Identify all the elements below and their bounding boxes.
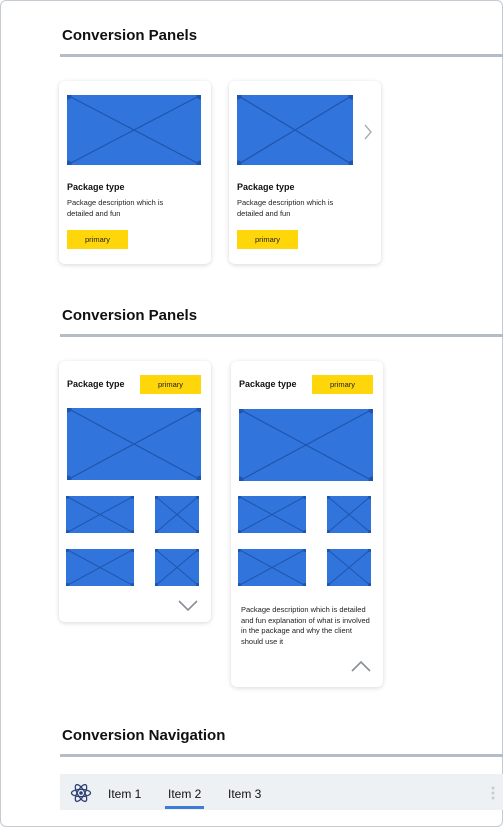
conversion-navigation-bar: Item 1 Item 2 Item 3 [60, 774, 503, 810]
image-placeholder-main [67, 408, 201, 480]
package-type-label: Package type [237, 182, 295, 192]
image-placeholder-thumb [327, 549, 371, 586]
image-placeholder [237, 95, 353, 165]
conversion-panel-card-collapsed[interactable]: Package type primary [59, 361, 211, 622]
image-placeholder-thumb [66, 549, 134, 586]
section-divider [60, 334, 503, 337]
vertical-dots-icon[interactable] [490, 785, 496, 801]
nav-item-1[interactable]: Item 1 [108, 787, 141, 801]
image-placeholder-thumb [155, 496, 199, 533]
conversion-panel-card[interactable]: Package type Package description which i… [229, 81, 381, 264]
image-placeholder-thumb [238, 549, 306, 586]
primary-button[interactable]: primary [237, 230, 298, 249]
package-type-label: Package type [67, 182, 125, 192]
nav-active-indicator [165, 806, 204, 809]
package-type-label: Package type [239, 379, 297, 389]
section-title-conversion-panels-2: Conversion Panels [62, 307, 198, 324]
package-type-label: Package type [67, 379, 125, 389]
conversion-panel-card-expanded[interactable]: Package type primary Package description [231, 361, 383, 687]
nav-item-3[interactable]: Item 3 [228, 787, 261, 801]
section-title-conversion-panels-1: Conversion Panels [62, 27, 198, 44]
image-placeholder-thumb [66, 496, 134, 533]
image-placeholder-thumb [155, 549, 199, 586]
chevron-down-icon[interactable] [177, 599, 199, 612]
image-placeholder [67, 95, 201, 165]
section-title-conversion-navigation: Conversion Navigation [62, 727, 226, 744]
package-description: Package description which is detailed an… [237, 198, 334, 218]
nav-item-2[interactable]: Item 2 [168, 787, 201, 801]
package-description: Package description which is detailed an… [241, 605, 370, 646]
chevron-up-icon[interactable] [350, 660, 372, 673]
atom-icon[interactable] [70, 782, 92, 804]
primary-button[interactable]: primary [312, 375, 373, 394]
conversion-panel-card[interactable]: Package type Package description which i… [59, 81, 211, 264]
primary-button[interactable]: primary [140, 375, 201, 394]
image-placeholder-thumb [327, 496, 371, 533]
primary-button[interactable]: primary [67, 230, 128, 249]
image-placeholder-thumb [238, 496, 306, 533]
section-divider [60, 754, 503, 757]
chevron-right-icon[interactable] [363, 124, 373, 140]
section-divider [60, 54, 503, 57]
image-placeholder-main [239, 409, 373, 481]
package-description: Package description which is detailed an… [67, 198, 164, 218]
